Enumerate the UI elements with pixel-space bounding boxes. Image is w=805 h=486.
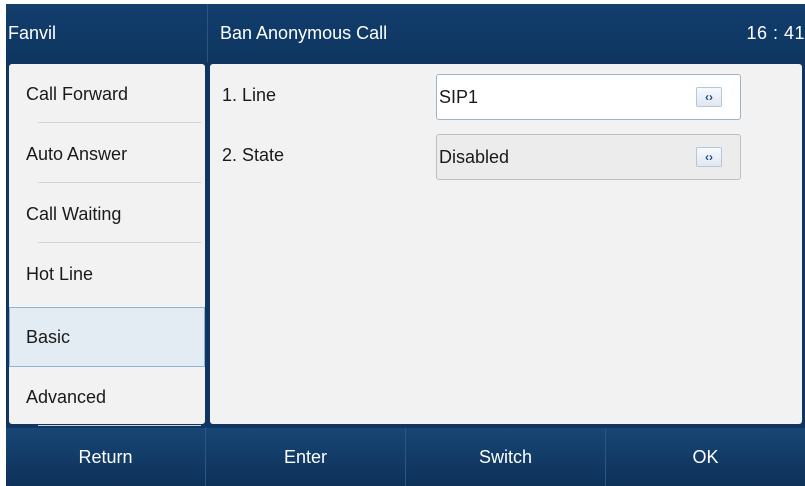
sidebar-item-label: Hot Line: [26, 264, 94, 284]
sidebar-divider: [38, 425, 201, 426]
status-bar: Fanvil Ban Anonymous Call 16 : 41: [6, 4, 805, 62]
status-bar-divider: [207, 4, 208, 62]
ok-button[interactable]: OK: [606, 428, 805, 486]
sidebar-item-label: Call Forward: [26, 84, 129, 104]
sidebar-item-call-waiting[interactable]: Call Waiting: [9, 184, 205, 243]
content-frame: Call Forward Auto Answer Call Waiting Ho…: [9, 62, 802, 426]
state-value: Disabled: [439, 147, 510, 167]
phone-screen: Fanvil Ban Anonymous Call 16 : 41 Call F…: [6, 4, 805, 486]
page-title: Ban Anonymous Call: [220, 23, 388, 43]
setting-label: 2. State: [222, 145, 285, 165]
clock: 16 : 41: [746, 23, 805, 43]
line-selector[interactable]: SIP1 ‹›: [436, 74, 741, 120]
softkey-bar: Return Enter Switch OK: [6, 428, 805, 486]
sidebar-item-call-forward[interactable]: Call Forward: [9, 64, 205, 123]
line-value: SIP1: [439, 87, 479, 107]
sidebar-divider: [38, 122, 201, 123]
sidebar-item-label: Auto Answer: [26, 144, 128, 164]
setting-row-line: 1. Line SIP1 ‹›: [210, 66, 802, 122]
switch-button[interactable]: Switch: [406, 428, 606, 486]
settings-panel: 1. Line SIP1 ‹› 2. State Disabled ‹›: [210, 64, 802, 424]
sidebar-item-label: Advanced: [26, 387, 107, 407]
sidebar-item-advanced[interactable]: Advanced: [9, 367, 205, 426]
sidebar-item-label: Call Waiting: [26, 204, 122, 224]
left-right-arrows-icon[interactable]: ‹›: [696, 87, 722, 107]
return-button[interactable]: Return: [6, 428, 206, 486]
sidebar-item-auto-answer[interactable]: Auto Answer: [9, 124, 205, 183]
setting-label: 1. Line: [222, 85, 277, 105]
sidebar-menu: Call Forward Auto Answer Call Waiting Ho…: [9, 64, 205, 426]
left-right-arrows-icon[interactable]: ‹›: [696, 147, 722, 167]
sidebar-divider: [38, 242, 201, 243]
sidebar-item-basic[interactable]: Basic: [9, 307, 205, 367]
sidebar-item-label: Basic: [26, 327, 71, 347]
brand-label: Fanvil: [8, 23, 57, 43]
enter-button[interactable]: Enter: [206, 428, 406, 486]
setting-row-state: 2. State Disabled ‹›: [210, 126, 802, 182]
sidebar-divider: [38, 182, 201, 183]
state-selector[interactable]: Disabled ‹›: [436, 134, 741, 180]
sidebar-item-hot-line[interactable]: Hot Line: [9, 244, 205, 303]
